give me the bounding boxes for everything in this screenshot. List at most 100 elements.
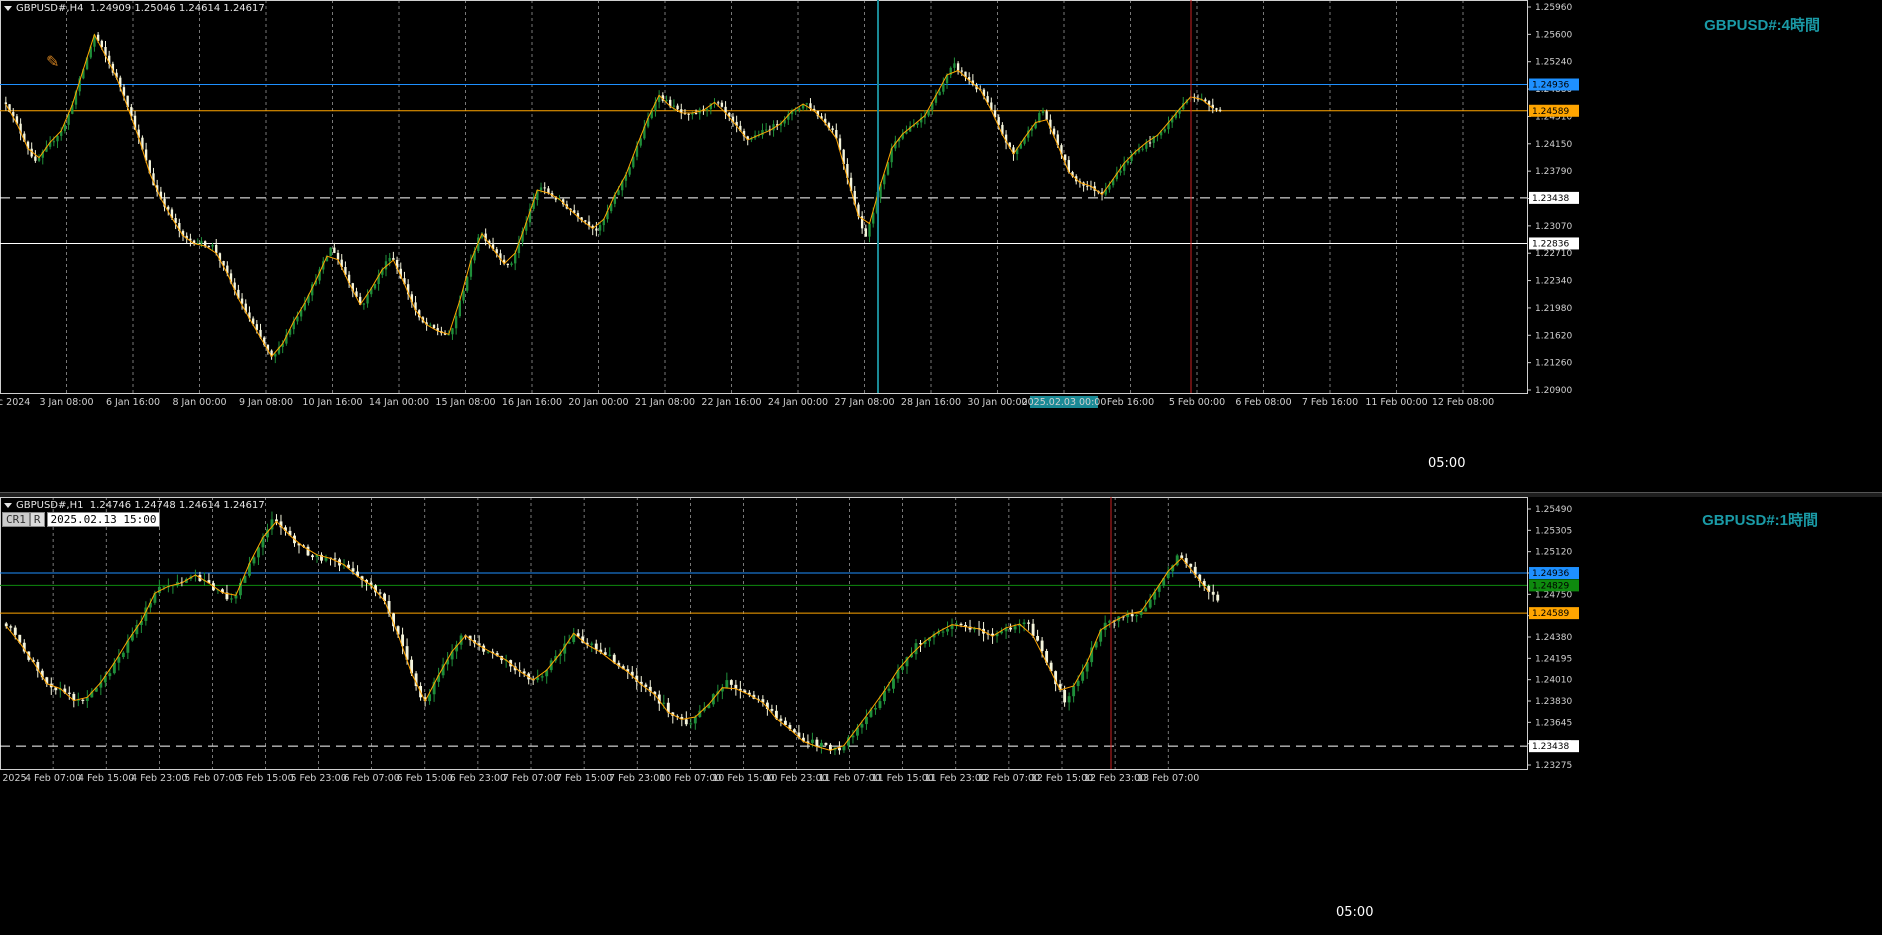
candle-body — [34, 156, 37, 161]
price-tick-label: 1.24010 — [1535, 676, 1572, 686]
candle-body — [815, 739, 819, 747]
candle-body — [162, 586, 166, 588]
candle-body — [684, 719, 688, 725]
price-tag-label: 1.24829 — [1532, 581, 1569, 591]
candle-body — [274, 353, 277, 357]
candle-body — [1163, 129, 1166, 132]
price-tick-label: 1.25120 — [1535, 548, 1572, 558]
time-tick-label: 27 Jan 08:00 — [834, 397, 894, 408]
candle-body — [1063, 154, 1067, 161]
candle-body — [617, 190, 620, 195]
zigzag-line — [5, 520, 1210, 751]
candle-body — [207, 246, 211, 248]
candle-body — [770, 708, 774, 711]
candle-body — [543, 187, 546, 189]
price-tick-label: 1.22710 — [1535, 249, 1572, 259]
candle-body — [1022, 622, 1026, 625]
price-tick-label: 1.23830 — [1535, 697, 1572, 707]
candle-body — [1040, 640, 1044, 652]
candle-body — [378, 592, 382, 594]
price-tag-label: 1.22836 — [1532, 239, 1569, 249]
candle-body — [953, 63, 956, 68]
collapse-triangle-icon[interactable] — [4, 502, 12, 508]
candle-body — [794, 110, 797, 112]
price-tick-label: 1.22340 — [1535, 277, 1572, 287]
time-tick-label: 28 Jan 16:00 — [901, 397, 961, 408]
time-tick-label: Feb 16:00 — [1107, 397, 1154, 408]
h1-chart-canvas[interactable]: 3 Feb 20254 Feb 07:004 Feb 15:004 Feb 23… — [0, 497, 1882, 935]
candle-body — [167, 206, 170, 210]
price-tick-label: 1.23645 — [1535, 718, 1572, 728]
candle-body — [429, 324, 432, 326]
candle-body — [1041, 111, 1045, 114]
candle-body — [1216, 594, 1220, 601]
candle-body — [725, 680, 729, 688]
price-tag-label: 1.24589 — [1532, 609, 1569, 619]
candle-body — [1148, 599, 1152, 608]
price-tick-label: 1.25960 — [1535, 3, 1572, 13]
candle-body — [687, 113, 690, 115]
candles-group — [4, 511, 1220, 756]
collapse-triangle-icon[interactable] — [4, 5, 12, 11]
candle-body — [860, 724, 864, 728]
chart-h4[interactable]: 31 Dec 2024 3 Jan 08:00 6 Jan 16:00 8 Jan 0… — [0, 0, 1882, 492]
candle-body — [1009, 627, 1013, 630]
candle-body — [388, 257, 391, 262]
h4-time-marker: 05:00 — [1428, 456, 1466, 471]
chart-h1[interactable]: 3 Feb 20254 Feb 07:004 Feb 15:004 Feb 23… — [0, 497, 1882, 935]
candle-body — [693, 717, 697, 724]
h4-header-text: GBPUSD#,H4 1.24909 1.25046 1.24614 1.246… — [16, 3, 265, 14]
candle-body — [108, 673, 112, 677]
candle-body — [1067, 696, 1071, 703]
candle-body — [959, 623, 963, 626]
candle-body — [306, 546, 310, 556]
price-tick-label: 1.24380 — [1535, 633, 1572, 643]
price-tag-label: 1.24936 — [1532, 569, 1569, 579]
price-tick-label: 1.24195 — [1535, 654, 1572, 664]
crosshair-box: CR1 R 2025.02.13 15:00 — [2, 512, 161, 527]
price-tag-label: 1.24589 — [1532, 107, 1569, 117]
candle-body — [868, 223, 871, 237]
time-tick-label: 22 Jan 16:00 — [701, 397, 761, 408]
candle-body — [67, 692, 71, 694]
candle-body — [810, 739, 814, 743]
candle-body — [215, 245, 218, 254]
candle-body — [211, 245, 214, 247]
candle-body — [717, 102, 720, 104]
candle-body — [1072, 686, 1076, 697]
candle-body — [454, 316, 458, 329]
time-tick-label: 13 Feb 07:00 — [1137, 773, 1199, 784]
time-tick-label: 10 Jan 16:00 — [302, 397, 362, 408]
candle-body — [1013, 626, 1017, 630]
time-tick-label: 5 Feb 23:00 — [290, 773, 346, 784]
candle-body — [336, 252, 340, 260]
candle-body — [514, 253, 517, 264]
time-tick-label: 31 Dec 2024 — [0, 397, 30, 408]
candle-body — [805, 103, 808, 105]
price-tag-label: 1.24936 — [1532, 81, 1569, 91]
h1-timeframe-label: GBPUSD#:1時間 — [1702, 512, 1818, 529]
candle-body — [4, 102, 8, 105]
price-tick-label: 1.23070 — [1535, 222, 1572, 232]
time-tick-label: 6 Feb 07:00 — [344, 773, 400, 784]
candle-body — [941, 631, 945, 633]
candle-body — [1119, 170, 1122, 173]
time-tick-label: 24 Jan 00:00 — [768, 397, 828, 408]
price-tag-label: 1.23438 — [1532, 194, 1569, 204]
candle-body — [1076, 680, 1080, 687]
candle-body — [956, 63, 960, 71]
candle-body — [595, 228, 598, 231]
candle-body — [1126, 160, 1130, 164]
candle-body — [864, 228, 868, 237]
time-tick-label: 6 Feb 08:00 — [1235, 397, 1291, 408]
price-tick-label: 1.21260 — [1535, 359, 1572, 369]
time-tick-label: 6 Feb 15:00 — [397, 773, 453, 784]
crosshair-datetime: 2025.02.13 15:00 — [46, 512, 161, 527]
tool-icon[interactable]: ✎ — [46, 52, 59, 71]
h4-chart-canvas[interactable]: 31 Dec 2024 3 Jan 08:00 6 Jan 16:00 8 Jan 0… — [0, 0, 1882, 492]
candle-body — [1086, 185, 1089, 187]
time-tick-label: 21 Jan 08:00 — [635, 397, 695, 408]
candle-body — [892, 678, 895, 689]
time-tick-label: 7 Feb 15:00 — [556, 773, 612, 784]
candle-body — [672, 105, 676, 107]
